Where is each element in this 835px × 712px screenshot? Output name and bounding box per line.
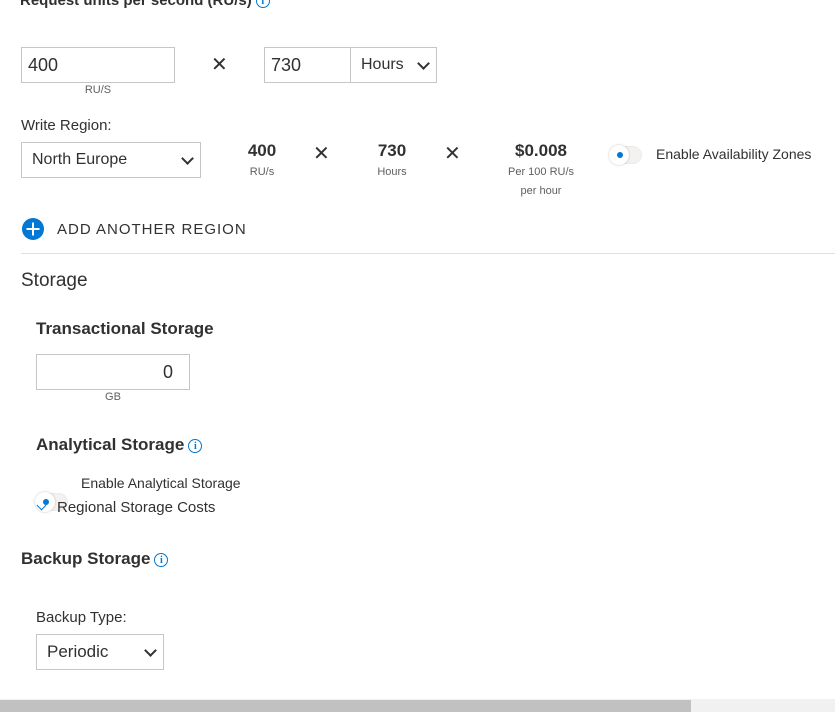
plus-circle-icon	[22, 218, 44, 240]
info-icon[interactable]: i	[154, 552, 169, 567]
region-ru-value: 400	[247, 141, 277, 160]
region-price: $0.008	[515, 141, 567, 160]
times-icon: ✕	[444, 143, 461, 165]
chevron-down-icon	[181, 151, 194, 165]
chevron-down-icon	[36, 500, 47, 511]
info-icon[interactable]: i	[255, 0, 270, 9]
write-region-value: North Europe	[32, 151, 128, 168]
transactional-storage-value: 0	[162, 361, 173, 382]
ru-input[interactable]: 400	[21, 47, 175, 83]
backup-type-value: Periodic	[47, 642, 109, 661]
hours-select[interactable]: Hours	[350, 47, 437, 83]
availability-zones-toggle[interactable]	[609, 145, 642, 165]
storage-title: Storage	[21, 270, 88, 291]
write-region-select[interactable]: North Europe	[21, 142, 201, 178]
region-hours-value: 730	[377, 141, 407, 160]
add-region-button[interactable]: ADD ANOTHER REGION	[21, 217, 247, 241]
times-icon: ✕	[313, 143, 330, 165]
horizontal-scrollbar-track[interactable]	[0, 699, 835, 712]
chevron-down-icon	[144, 643, 157, 657]
chevron-down-icon	[417, 56, 430, 70]
ru-unit-caption: RU/S	[84, 84, 112, 96]
region-hours-caption: Hours	[377, 166, 407, 178]
times-icon: ✕	[211, 54, 228, 76]
analytical-storage-toggle-label: Enable Analytical Storage	[81, 475, 241, 491]
region-ru-caption: RU/s	[249, 166, 275, 178]
availability-zones-label: Enable Availability Zones	[656, 146, 812, 162]
ru-heading: Request units per second (RU/s) i	[20, 0, 270, 9]
regional-storage-costs-expander[interactable]: Regional Storage Costs	[36, 499, 215, 516]
hours-input-value: 730	[271, 54, 302, 75]
region-price-caption-1: Per 100 RU/s	[507, 166, 575, 178]
divider	[21, 253, 835, 254]
transactional-storage-input[interactable]: 0	[36, 354, 190, 390]
write-region-label: Write Region:	[21, 117, 112, 134]
backup-type-select[interactable]: Periodic	[36, 634, 164, 670]
backup-type-label: Backup Type:	[36, 609, 127, 626]
horizontal-scrollbar-thumb[interactable]	[0, 700, 691, 712]
add-region-label: ADD ANOTHER REGION	[57, 220, 247, 238]
analytical-storage-title: Analytical Storage	[36, 435, 185, 454]
ru-input-value: 400	[28, 54, 59, 75]
analytical-storage-heading: Analytical Storage i	[36, 435, 203, 455]
hours-input[interactable]: 730	[264, 47, 351, 83]
transactional-storage-title: Transactional Storage	[36, 319, 214, 338]
regional-storage-costs-label: Regional Storage Costs	[57, 499, 216, 516]
region-price-caption-2: per hour	[520, 185, 562, 197]
hours-select-value: Hours	[361, 56, 404, 73]
ru-heading-text: Request units per second (RU/s)	[20, 0, 252, 9]
info-icon[interactable]: i	[188, 438, 203, 453]
backup-storage-title: Backup Storage	[21, 549, 151, 568]
toggle-knob	[617, 152, 623, 158]
transactional-storage-unit: GB	[105, 391, 121, 403]
backup-storage-heading: Backup Storage i	[21, 549, 169, 569]
